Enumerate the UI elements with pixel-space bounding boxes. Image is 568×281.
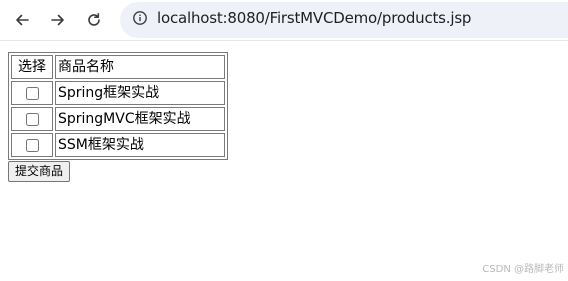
product-checkbox[interactable] xyxy=(25,112,39,126)
url-text[interactable]: localhost:8080/FirstMVCDemo/products.jsp xyxy=(157,9,471,27)
product-name: SSM框架实战 xyxy=(55,133,225,157)
page-content: 选择 商品名称 Spring框架实战 SpringMVC框架实战 SSM框架实战… xyxy=(8,52,228,182)
forward-button[interactable] xyxy=(44,6,72,34)
select-cell xyxy=(11,81,53,105)
header-select: 选择 xyxy=(11,55,53,79)
back-button[interactable] xyxy=(8,6,36,34)
site-info-button[interactable] xyxy=(128,8,152,32)
arrow-right-icon xyxy=(50,12,66,28)
submit-products-button[interactable]: 提交商品 xyxy=(8,161,71,182)
reload-icon xyxy=(86,12,102,28)
info-icon xyxy=(132,10,148,30)
table-header-row: 选择 商品名称 xyxy=(11,55,225,79)
select-cell xyxy=(11,107,53,131)
watermark: CSDN @路脚老师 xyxy=(482,264,564,275)
browser-toolbar: localhost:8080/FirstMVCDemo/products.jsp xyxy=(0,0,568,41)
reload-button[interactable] xyxy=(80,6,108,34)
product-checkbox[interactable] xyxy=(25,86,39,100)
products-table: 选择 商品名称 Spring框架实战 SpringMVC框架实战 SSM框架实战 xyxy=(8,52,228,160)
header-product-name: 商品名称 xyxy=(55,55,225,79)
arrow-left-icon xyxy=(14,12,30,28)
product-checkbox[interactable] xyxy=(25,138,39,152)
products-form: 选择 商品名称 Spring框架实战 SpringMVC框架实战 SSM框架实战… xyxy=(8,52,228,182)
table-row: SSM框架实战 xyxy=(11,133,225,157)
select-cell xyxy=(11,133,53,157)
product-name: SpringMVC框架实战 xyxy=(55,107,225,131)
table-row: SpringMVC框架实战 xyxy=(11,107,225,131)
address-bar[interactable]: localhost:8080/FirstMVCDemo/products.jsp xyxy=(120,2,568,38)
table-row: Spring框架实战 xyxy=(11,81,225,105)
product-name: Spring框架实战 xyxy=(55,81,225,105)
